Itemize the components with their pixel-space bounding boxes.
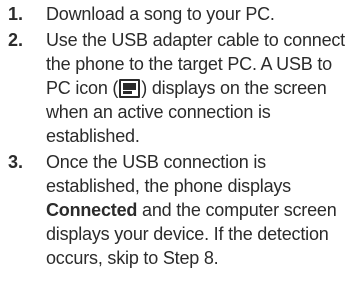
step-1: 1. Download a song to your PC. — [0, 2, 352, 26]
instructions-page: 1. Download a song to your PC. 2. Use th… — [0, 0, 352, 293]
step-text: Use the USB adapter cable to connect the… — [46, 28, 352, 148]
step-number: 1. — [8, 4, 24, 24]
step-text-before-bold: Once the USB connection is established, … — [46, 152, 291, 196]
step-text: Once the USB connection is established, … — [46, 150, 352, 270]
step-text-body: Download a song to your PC. — [46, 4, 275, 24]
step-2: 2. Use the USB adapter cable to connect … — [0, 28, 352, 148]
step-3: 3. Once the USB connection is establishe… — [0, 150, 352, 270]
step-text: Download a song to your PC. — [46, 2, 352, 26]
connected-label: Connected — [46, 200, 138, 220]
steps-list: 1. Download a song to your PC. 2. Use th… — [0, 2, 352, 272]
usb-to-pc-icon — [119, 79, 141, 98]
step-number: 2. — [8, 30, 24, 50]
step-number: 3. — [8, 152, 24, 172]
